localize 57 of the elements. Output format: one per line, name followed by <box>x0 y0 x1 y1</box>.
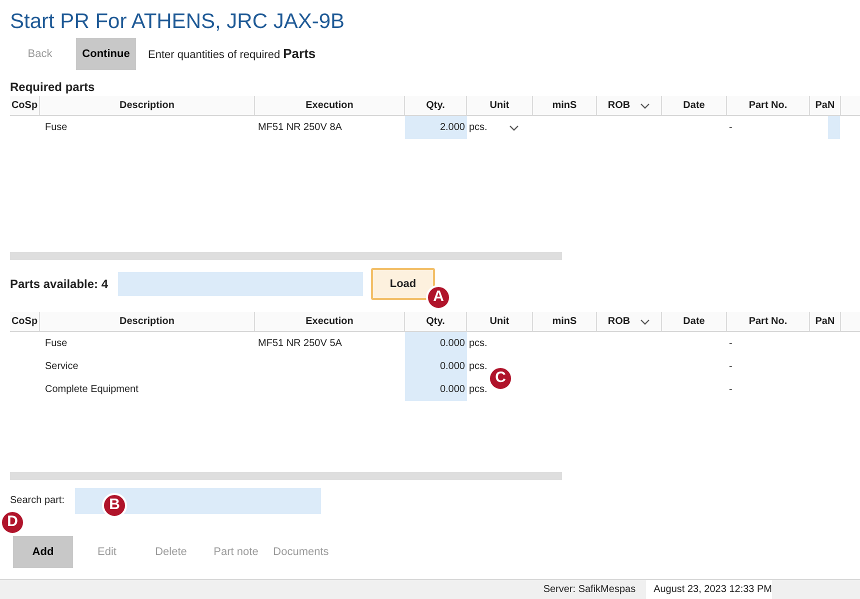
chevron-down-icon[interactable] <box>640 318 650 324</box>
load-button[interactable]: Load <box>371 268 435 300</box>
window-title: Start PR For ATHENS, JRC JAX-9B <box>9 9 346 34</box>
instruction-text: Enter quantities of required Parts <box>148 45 316 64</box>
scrollbar[interactable] <box>10 472 562 480</box>
table-cell-text: pcs. <box>469 337 488 351</box>
section-heading: Required parts <box>9 79 96 96</box>
table-cell-text: pcs. <box>469 383 488 397</box>
table-cell-text: pcs. <box>469 121 488 135</box>
table-cell-text: Service <box>45 360 78 374</box>
column-header[interactable]: Unit <box>467 96 533 115</box>
table-cell-text: - <box>729 383 732 397</box>
table-cell-text: Fuse <box>45 121 68 135</box>
table-cell-text: Complete Equipment <box>45 383 138 397</box>
table-cell-text: - <box>729 121 732 135</box>
chevron-down-icon[interactable] <box>640 102 650 108</box>
scrollbar[interactable] <box>10 252 562 260</box>
column-header[interactable]: Execution <box>255 96 405 115</box>
field-label: Search part: <box>10 494 66 508</box>
column-header[interactable]: PaN <box>810 312 841 331</box>
column-header[interactable]: Date <box>662 312 727 331</box>
table-cell-text: - <box>729 360 732 374</box>
status-text: Server: SafikMespas <box>543 583 637 597</box>
table-cell-text: - <box>729 337 732 351</box>
column-header[interactable]: PaN <box>810 96 841 115</box>
table-cell-text: MF51 NR 250V 8A <box>258 121 342 135</box>
table-row[interactable]: Fuse MF51 NR 250V 8A 2.000 pcs. - <box>10 116 860 139</box>
table-cell-text: MF51 NR 250V 5A <box>258 337 342 351</box>
search-field[interactable] <box>75 488 321 514</box>
table-cell-text: pcs. <box>469 360 488 374</box>
column-header[interactable]: Description <box>40 312 255 331</box>
column-header[interactable]: CoSp <box>10 96 40 115</box>
table-cell-text: Fuse <box>45 337 68 351</box>
column-header[interactable]: Execution <box>255 312 405 331</box>
table-row[interactable]: Fuse MF51 NR 250V 5A 0.000 pcs. - <box>10 332 860 355</box>
column-header[interactable]: Qty. <box>405 96 467 115</box>
column-header[interactable]: Part No. <box>727 96 810 115</box>
button[interactable]: Add <box>13 536 73 568</box>
filter-field[interactable] <box>118 272 363 296</box>
input-field[interactable] <box>828 116 840 139</box>
column-header[interactable]: ROB <box>597 312 662 331</box>
button[interactable]: Continue <box>76 38 136 70</box>
column-header[interactable]: CoSp <box>10 312 40 331</box>
column-header[interactable]: ROB <box>597 96 662 115</box>
column-header[interactable]: Date <box>662 96 727 115</box>
column-header[interactable]: minS <box>533 96 597 115</box>
column-header[interactable]: minS <box>533 312 597 331</box>
column-header[interactable]: Part No. <box>727 312 810 331</box>
section-heading: Parts available: 4 <box>10 276 110 293</box>
callout-marker: D <box>0 510 25 535</box>
column-header[interactable]: Unit <box>467 312 533 331</box>
callout-marker: A <box>426 285 451 310</box>
callout-marker: C <box>488 366 513 391</box>
chevron-down-icon[interactable] <box>509 124 520 130</box>
column-header[interactable]: Qty. <box>405 312 467 331</box>
status-text: August 23, 2023 12:33 PM <box>646 580 772 599</box>
column-header[interactable]: Description <box>40 96 255 115</box>
